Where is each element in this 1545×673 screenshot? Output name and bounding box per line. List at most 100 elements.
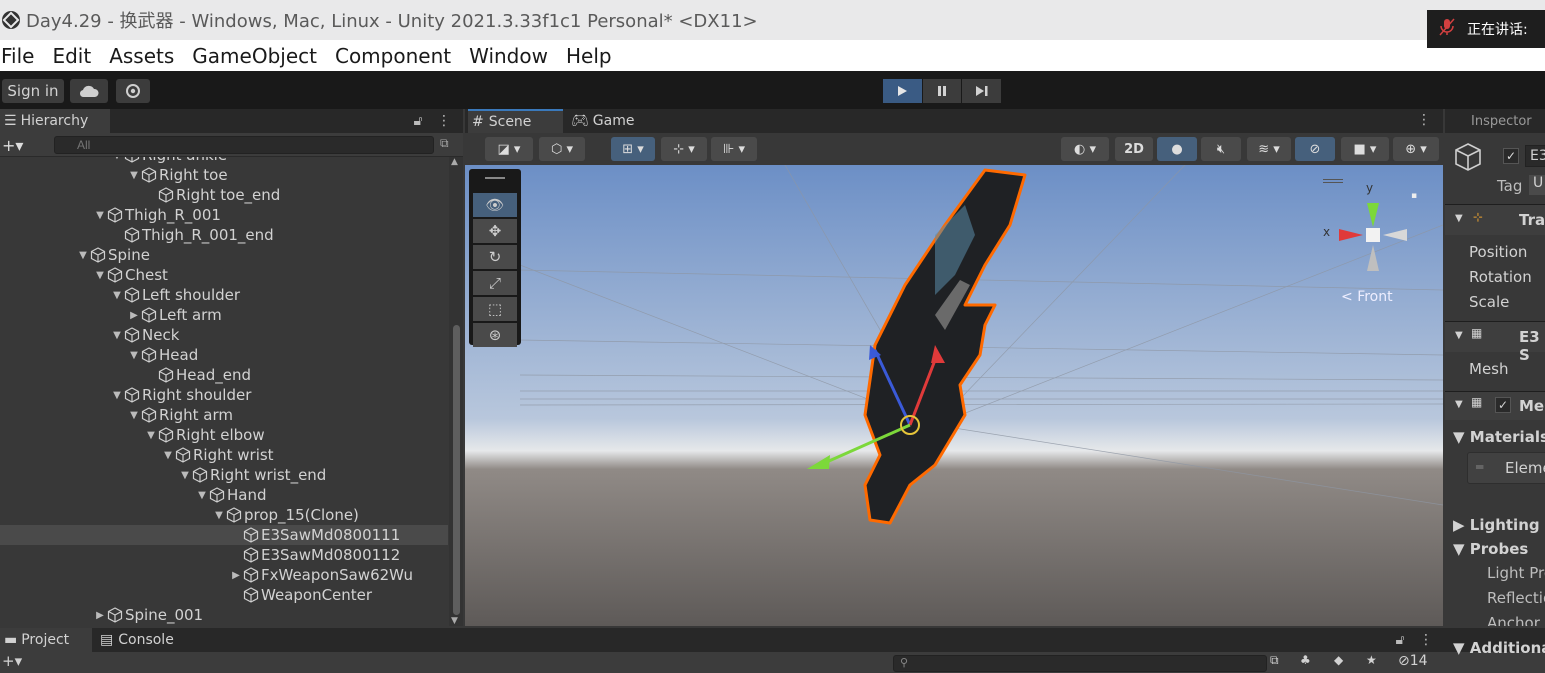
foldout-arrow-icon[interactable]: ▼ <box>212 510 226 521</box>
hierarchy-item[interactable]: ▼ Right shoulder <box>0 385 448 405</box>
tab-hierarchy[interactable]: ☰ Hierarchy <box>0 109 110 133</box>
camera-dropdown[interactable]: ■ ▾ <box>1341 137 1389 161</box>
hierarchy-item[interactable]: ▼ Chest <box>0 265 448 285</box>
transform-header[interactable]: ▼ ⊹ Tra <box>1445 205 1545 235</box>
gizmos-dropdown[interactable]: ⊕ ▾ <box>1393 137 1439 161</box>
foldout-arrow-icon[interactable]: ▼ <box>195 490 209 501</box>
hierarchy-item[interactable]: ▼ prop_15(Clone) <box>0 505 448 525</box>
foldout-arrow-icon[interactable]: ▼ <box>127 350 141 361</box>
foldout-arrow-icon[interactable]: ▼ <box>93 210 107 221</box>
materials-foldout[interactable]: ▼ Materials <box>1453 428 1545 446</box>
foldout-arrow-icon[interactable]: ▼ <box>93 270 107 281</box>
hierarchy-item[interactable]: ▼ Right wrist_end <box>0 465 448 485</box>
2d-mode-toggle[interactable]: 2D <box>1115 137 1153 161</box>
tab-inspector[interactable]: Inspector <box>1471 114 1532 129</box>
filter-by-label-icon[interactable]: ◆ <box>1334 653 1343 667</box>
foldout-arrow-icon[interactable]: ▶ <box>229 570 243 581</box>
menu-component[interactable]: Component <box>326 44 460 68</box>
audio-toggle[interactable]: 🔇︎ <box>1201 137 1241 161</box>
hierarchy-item[interactable]: ▶ FxWeaponSaw62Wu <box>0 565 448 585</box>
foldout-arrow-icon[interactable]: ▼ <box>178 470 192 481</box>
menu-edit[interactable]: Edit <box>43 44 100 68</box>
hierarchy-item[interactable]: E3SawMd0800111 <box>0 525 448 545</box>
menu-file[interactable]: File <box>0 44 43 68</box>
more-options-icon[interactable]: ⋮ <box>437 113 451 129</box>
foldout-arrow-icon[interactable]: ▼ <box>144 430 158 441</box>
foldout-arrow-icon[interactable]: ▼ <box>110 330 124 341</box>
foldout-arrow-icon[interactable]: ▼ <box>110 290 124 301</box>
menu-help[interactable]: Help <box>557 44 621 68</box>
tab-game[interactable]: 🎮︎ Game <box>567 109 647 133</box>
tab-scene[interactable]: # Scene <box>468 109 563 133</box>
grid-toggle[interactable]: ⊹ ▾ <box>661 137 707 161</box>
more-options-icon[interactable]: ⋮ <box>1419 632 1433 648</box>
menu-gameobject[interactable]: GameObject <box>183 44 326 68</box>
scene-viewport[interactable]: 👁︎ ✥ ↻ ⤢ ⬚ ⊛ ▪ y x < Front <box>465 165 1443 626</box>
lock-icon[interactable]: 🔓︎ <box>1395 632 1404 648</box>
foldout-arrow-icon[interactable]: ▶ <box>127 310 141 321</box>
play-button[interactable] <box>883 79 922 103</box>
foldout-arrow-icon[interactable]: ▼ <box>110 157 124 161</box>
render-mode-dropdown[interactable]: ◐ ▾ <box>1061 137 1109 161</box>
rect-tool-button[interactable]: ⬚ <box>473 297 517 321</box>
drag-handle-icon[interactable]: ═ <box>1476 460 1483 474</box>
hierarchy-item[interactable]: Right toe_end <box>0 185 448 205</box>
probes-foldout[interactable]: ▼ Probes <box>1453 540 1545 558</box>
renderer-enabled-checkbox[interactable]: ✓ <box>1495 397 1511 413</box>
hierarchy-item[interactable]: E3SawMd0800112 <box>0 545 448 565</box>
foldout-arrow-icon[interactable]: ▼ <box>76 250 90 261</box>
scroll-down-icon[interactable]: ▼ <box>451 616 458 626</box>
project-search-input[interactable]: ⚲ <box>893 655 1267 672</box>
tag-dropdown[interactable]: U <box>1529 175 1545 195</box>
search-options-icon[interactable]: ⧉ <box>440 136 449 151</box>
menu-window[interactable]: Window <box>460 44 557 68</box>
mesh-renderer-header[interactable]: ▼ ▦ ✓ Mes <box>1445 392 1545 420</box>
tab-console[interactable]: ▤ Console <box>96 628 196 652</box>
hierarchy-item[interactable]: Head_end <box>0 365 448 385</box>
services-button[interactable] <box>116 79 150 103</box>
hierarchy-item[interactable]: ▼ Thigh_R_001 <box>0 205 448 225</box>
pause-button[interactable] <box>922 79 962 103</box>
transform-tool-button[interactable]: ⊛ <box>473 323 517 347</box>
hierarchy-item[interactable]: WeaponCenter <box>0 585 448 605</box>
hidden-packages-toggle[interactable]: ⊘14 <box>1398 653 1428 669</box>
hierarchy-item[interactable]: ▼ Right ankle <box>0 157 448 165</box>
hierarchy-search-input[interactable] <box>54 136 434 154</box>
scroll-up-icon[interactable]: ▲ <box>451 157 458 167</box>
hierarchy-scrollbar[interactable]: ▲ ▼ <box>449 157 463 626</box>
scene-visibility-toggle[interactable]: ⊘ <box>1295 137 1335 161</box>
add-object-button[interactable]: +▾ <box>2 136 23 155</box>
hierarchy-item[interactable]: ▼ Right wrist <box>0 445 448 465</box>
hierarchy-item[interactable]: ▼ Right elbow <box>0 425 448 445</box>
hierarchy-item[interactable]: ▼ Spine <box>0 245 448 265</box>
hierarchy-item[interactable]: ▼ Right toe <box>0 165 448 185</box>
lighting-foldout[interactable]: ▶ Lighting <box>1453 516 1545 534</box>
mesh-filter-header[interactable]: ▼ ▦ E3 S <box>1445 322 1545 364</box>
foldout-arrow-icon[interactable]: ▼ <box>110 390 124 401</box>
hierarchy-item[interactable]: ▼ Right arm <box>0 405 448 425</box>
foldout-arrow-icon[interactable]: ▼ <box>161 450 175 461</box>
draw-mode-dropdown[interactable]: ◪ ▾ <box>485 137 533 161</box>
grid-snap-toggle[interactable]: ⊞ ▾ <box>611 137 655 161</box>
hierarchy-item[interactable]: Thigh_R_001_end <box>0 225 448 245</box>
gizmo-handle[interactable] <box>1323 179 1343 183</box>
create-asset-button[interactable]: +▾ <box>2 652 22 670</box>
foldout-arrow-icon[interactable]: ▼ <box>127 170 141 181</box>
tab-project[interactable]: ▬ Project <box>0 628 92 652</box>
object-name-field[interactable]: E3 <box>1525 145 1545 167</box>
search-by-type-icon[interactable]: ⧉ <box>1270 653 1279 668</box>
shading-mode-dropdown[interactable]: ⬡ ▾ <box>539 137 585 161</box>
foldout-arrow-icon[interactable]: ▶ <box>93 610 107 621</box>
lock-icon[interactable]: 🔓︎ <box>413 113 422 129</box>
orientation-gizmo[interactable]: ▪ y x < Front <box>1323 179 1433 309</box>
more-options-icon[interactable]: ⋮ <box>1417 112 1431 128</box>
rotate-tool-button[interactable]: ↻ <box>473 245 517 269</box>
muted-mic-icon[interactable] <box>1427 18 1467 40</box>
overlay-handle[interactable] <box>485 177 505 179</box>
hierarchy-item[interactable]: ▼ Neck <box>0 325 448 345</box>
active-checkbox[interactable]: ✓ <box>1503 148 1519 164</box>
scale-tool-button[interactable]: ⤢ <box>473 271 517 295</box>
cloud-button[interactable] <box>70 79 108 103</box>
increment-snap-dropdown[interactable]: ⊪ ▾ <box>711 137 757 161</box>
hierarchy-item[interactable]: ▼ Head <box>0 345 448 365</box>
